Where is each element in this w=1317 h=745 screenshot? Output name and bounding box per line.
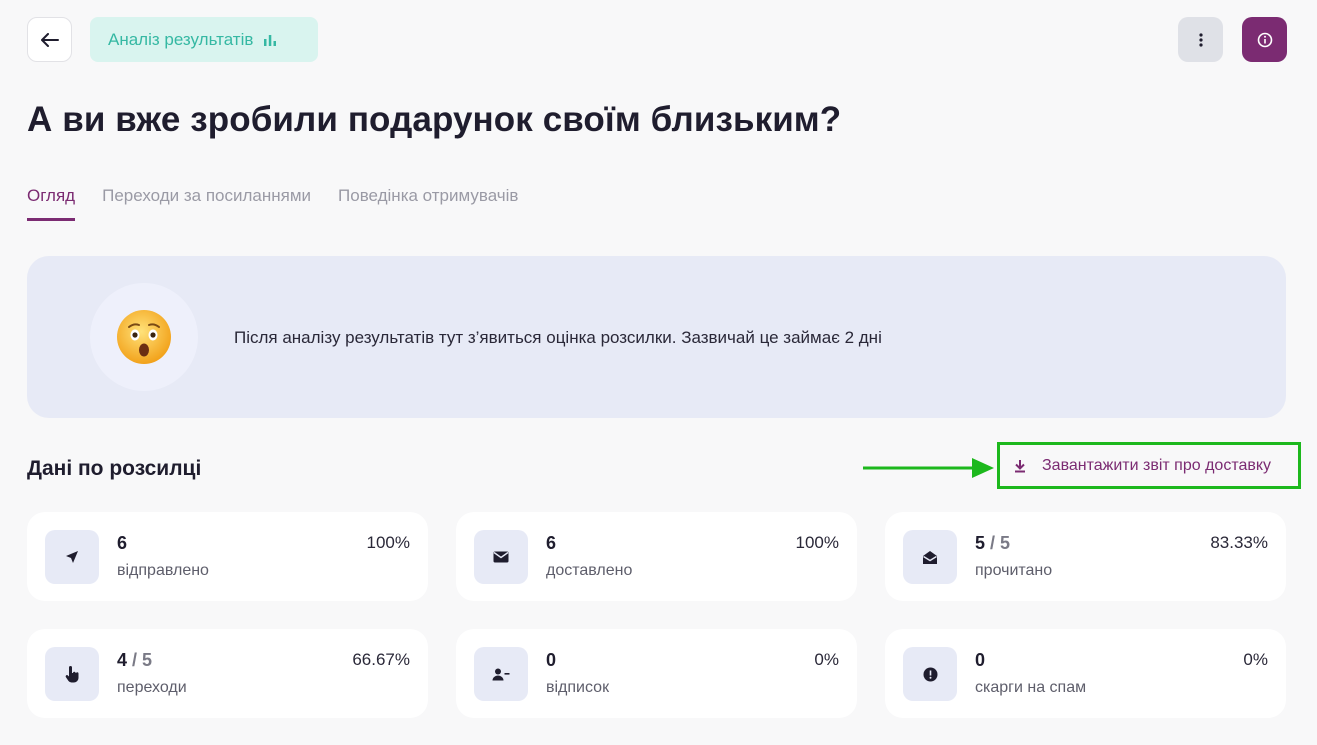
stat-label: скарги на спам [975,679,1087,696]
stat-value: 4 / 5 [117,650,153,670]
stat-label: переходи [117,679,187,696]
info-banner: Після аналізу результатів тут з’явиться … [27,256,1286,418]
stat-label: відправлено [117,562,209,579]
download-icon [1015,459,1025,472]
annotation-arrow-icon [863,458,994,478]
stat-label: доставлено [546,562,633,579]
stat-percent: 0% [814,650,839,669]
envelope-icon [493,551,509,563]
tab-recipient-behavior[interactable]: Поведінка отримувачів [338,186,518,221]
stat-card-read: 5 / 5 прочитано 83.33% [885,512,1286,601]
stat-value: 6 [117,533,128,553]
stat-value: 6 [546,533,557,553]
tab-overview[interactable]: Огляд [27,186,76,221]
stat-percent: 100% [366,533,410,552]
download-delivery-report-button[interactable]: Завантажити звіт про доставку [997,442,1301,489]
stat-card-clicks: 4 / 5 переходи 66.67% [27,629,428,718]
emoji-avatar [90,283,198,391]
stat-value: 5 / 5 [975,533,1011,553]
astonished-face-icon [117,310,171,364]
stat-label: прочитано [975,562,1053,579]
back-button[interactable] [27,17,72,62]
stat-card-spam-complaints: 0 скарги на спам 0% [885,629,1286,718]
stat-card-delivered: 6 доставлено 100% [456,512,857,601]
top-bar: Аналіз результатів [27,17,1287,62]
stat-value: 0 [546,650,557,670]
info-icon [1257,32,1272,47]
user-minus-icon [492,668,510,680]
tab-link-clicks[interactable]: Переходи за посиланнями [102,186,311,221]
more-menu-button[interactable] [1178,17,1223,62]
pointer-hand-icon [65,665,79,682]
stat-percent: 83.33% [1210,533,1268,552]
stat-percent: 66.67% [352,650,410,669]
alert-circle-icon [923,667,937,681]
stat-value: 0 [975,650,986,670]
tabs: Огляд Переходи за посиланнями Поведінка … [27,186,518,221]
stat-card-unsubscribes: 0 відписок 0% [456,629,857,718]
more-vertical-icon [1198,32,1203,47]
bar-chart-icon [264,34,277,46]
page-title: А ви вже зробили подарунок своїм близьки… [27,100,842,139]
stat-card-sent: 6 відправлено 100% [27,512,428,601]
stat-label: відписок [546,679,610,696]
envelope-open-icon [923,550,937,564]
section-title: Дані по розсилці [27,457,202,480]
status-label: Аналіз результатів [108,29,254,49]
download-label: Завантажити звіт про доставку [1042,456,1272,474]
stat-percent: 0% [1243,650,1268,669]
banner-text: Після аналізу результатів тут з’явиться … [234,328,882,347]
status-badge: Аналіз результатів [90,17,318,62]
stat-percent: 100% [795,533,839,552]
send-icon [66,551,78,563]
arrow-left-icon [40,32,59,47]
info-button[interactable] [1242,17,1287,62]
